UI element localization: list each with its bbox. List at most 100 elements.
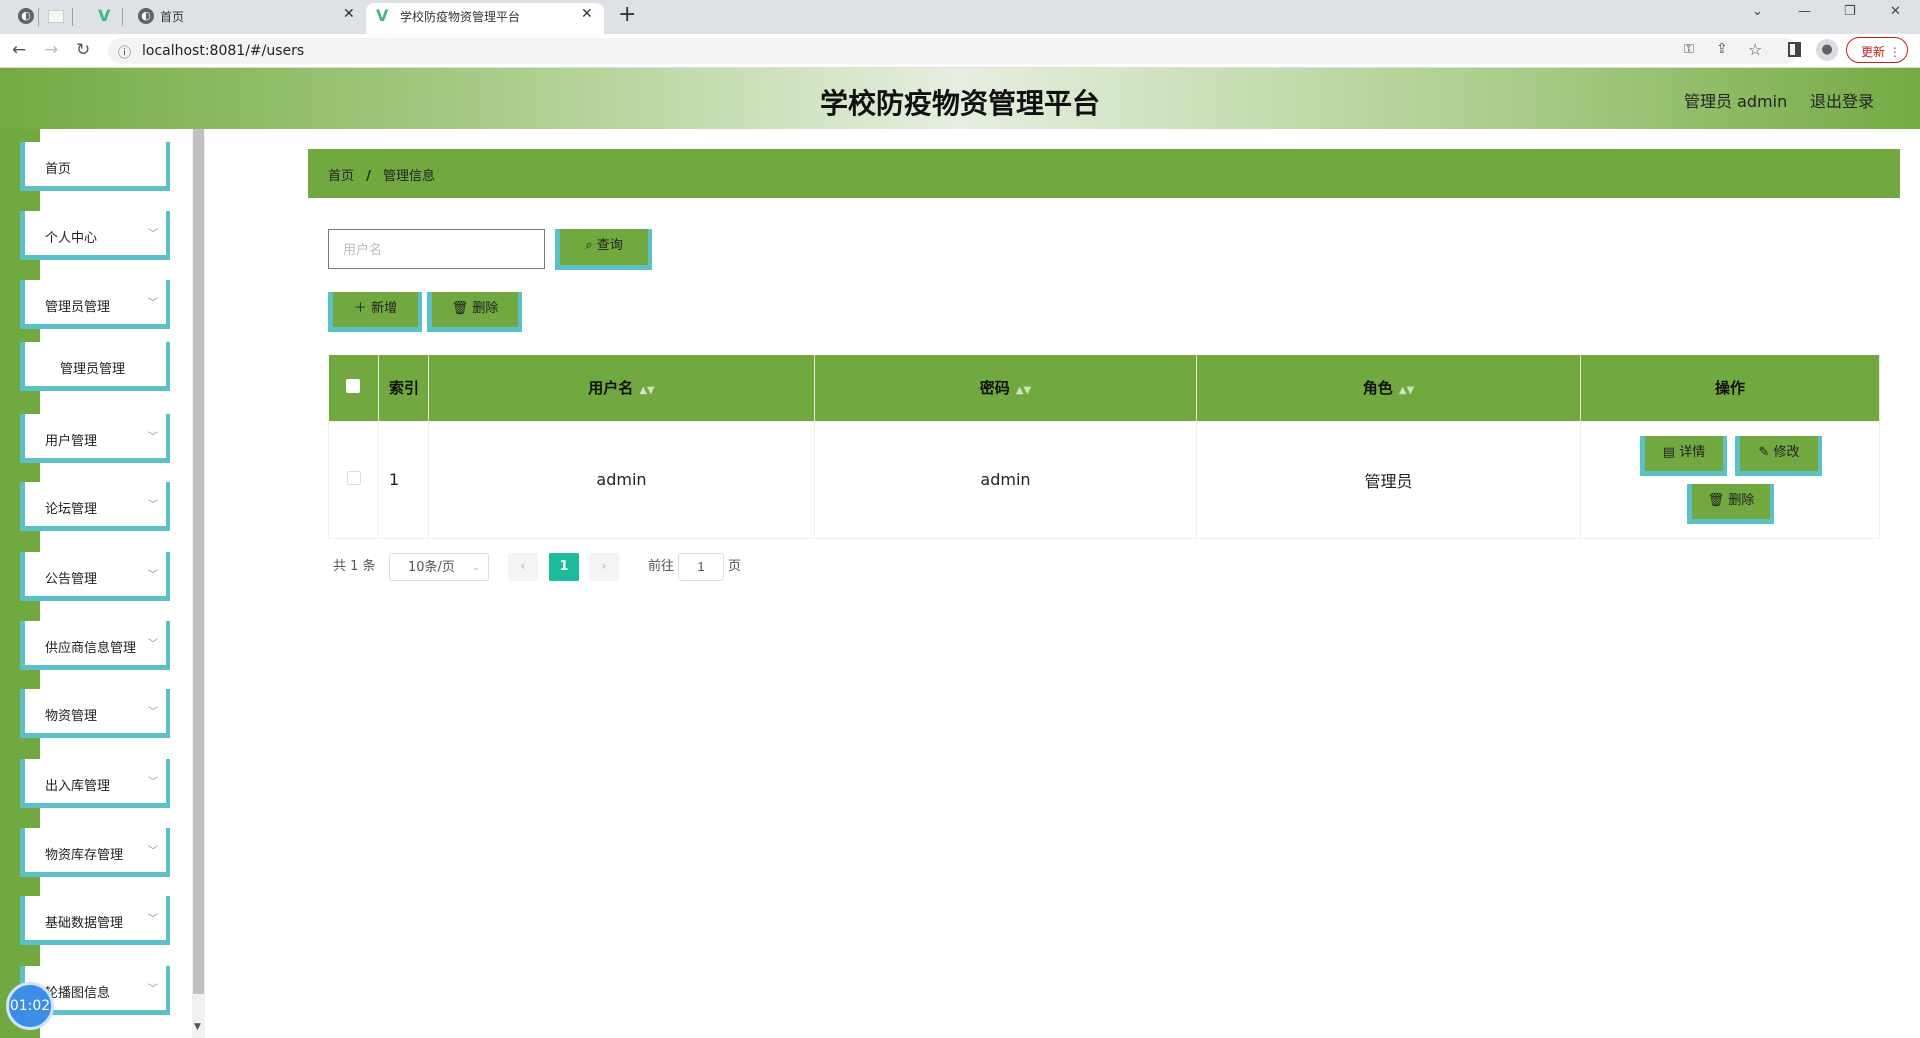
- row-checkbox[interactable]: [346, 471, 361, 485]
- vue-icon[interactable]: V: [98, 6, 110, 25]
- select-all-checkbox[interactable]: [346, 378, 361, 393]
- username-search-input[interactable]: [328, 229, 545, 269]
- header-index: 索引: [378, 355, 429, 421]
- chevron-down-icon: ﹀: [148, 432, 158, 443]
- page-size-select[interactable]: 10条/页 ⌄: [389, 553, 489, 581]
- next-page-button[interactable]: ›: [589, 553, 619, 581]
- forward-icon[interactable]: →: [44, 40, 58, 60]
- delete-label: 删除: [472, 301, 499, 316]
- sidebar-item[interactable]: 首页: [20, 142, 170, 191]
- url-text: localhost:8081/#/users: [142, 43, 305, 59]
- sidebar-item[interactable]: 论坛管理 ﹀: [20, 482, 170, 531]
- sort-icon[interactable]: ▲▼: [1016, 385, 1031, 396]
- delete-button[interactable]: 🗑︎ 删除: [1687, 483, 1774, 524]
- globe-icon[interactable]: ◐: [18, 8, 34, 24]
- header-role[interactable]: 角色 ▲▼: [1196, 355, 1581, 421]
- back-icon[interactable]: ←: [12, 40, 26, 60]
- sidebar-item[interactable]: 公告管理 ﹀: [20, 552, 170, 601]
- breadcrumb-home[interactable]: 首页: [328, 169, 354, 184]
- chevron-down-icon: ﹀: [148, 298, 158, 309]
- app-header: 学校防疫物资管理平台 管理员 admin 退出登录: [0, 68, 1920, 129]
- header-ops: 操作: [1580, 355, 1880, 421]
- total-count: 共 1 条: [333, 559, 376, 574]
- sort-icon[interactable]: ▲▼: [1399, 385, 1414, 396]
- add-button[interactable]: ＋ 新增: [328, 292, 422, 332]
- sidebar-item-label: 首页: [45, 162, 72, 177]
- star-icon[interactable]: ☆: [1748, 40, 1762, 59]
- page-suffix: 页: [728, 559, 742, 574]
- info-icon[interactable]: ⓘ: [118, 42, 131, 61]
- query-button[interactable]: ⌕ 查询: [555, 229, 652, 270]
- goto-page-input[interactable]: [678, 553, 724, 581]
- goto-label: 前往: [648, 559, 675, 574]
- scroll-down-icon[interactable]: ▼: [194, 1022, 201, 1032]
- sidebar-item-label: 供应商信息管理: [45, 641, 137, 656]
- cell-password: admin: [814, 420, 1197, 539]
- breadcrumb-separator: /: [366, 169, 371, 184]
- profile-icon[interactable]: ●: [1816, 39, 1838, 61]
- prev-page-button[interactable]: ‹: [508, 553, 538, 581]
- sidebar-item[interactable]: 用户管理 ﹀: [20, 414, 170, 463]
- key-icon[interactable]: ⚿: [1684, 42, 1694, 57]
- delete-row-label: 删除: [1728, 492, 1755, 508]
- tab-home[interactable]: 首页: [160, 8, 184, 25]
- sidebar-item[interactable]: 物资库存管理 ﹀: [20, 828, 170, 877]
- sidepanel-icon[interactable]: [1788, 42, 1801, 57]
- globe-icon: ◐: [138, 8, 154, 24]
- divider: [38, 8, 39, 26]
- sidebar-item[interactable]: 基础数据管理 ﹀: [20, 896, 170, 945]
- sort-icon[interactable]: ▲▼: [639, 385, 654, 396]
- update-button[interactable]: 更新 ⋮: [1846, 37, 1908, 63]
- page-size-value: 10条/页: [408, 560, 455, 575]
- tab-favicon-icon[interactable]: [48, 10, 64, 23]
- chevron-down-icon: ⌄: [472, 563, 480, 573]
- query-label: 查询: [596, 238, 623, 253]
- tab-active[interactable]: V 学校防疫物资管理平台 ✕: [366, 3, 604, 34]
- reload-icon[interactable]: ↻: [76, 40, 90, 60]
- sidebar-item[interactable]: 供应商信息管理 ﹀: [20, 621, 170, 670]
- logout-link[interactable]: 退出登录: [1810, 88, 1874, 112]
- sidebar-item-label: 论坛管理: [45, 502, 98, 517]
- sidebar-item-label: 基础数据管理: [45, 916, 124, 931]
- sidebar-item-label: 管理员管理: [45, 300, 111, 315]
- close-window-icon[interactable]: ✕: [1890, 4, 1901, 19]
- edit-label: 修改: [1773, 444, 1800, 460]
- header-password[interactable]: 密码 ▲▼: [814, 355, 1197, 421]
- close-tab-icon[interactable]: ✕: [581, 6, 593, 22]
- chevron-down-icon: ﹀: [148, 639, 158, 650]
- batch-delete-button[interactable]: 🗑︎ 删除: [427, 292, 522, 332]
- edit-button[interactable]: ✎ 修改: [1735, 435, 1822, 476]
- url-input[interactable]: ⓘ localhost:8081/#/users ⚿ ⇪ ☆: [108, 38, 1798, 64]
- new-tab-icon[interactable]: +: [618, 2, 636, 27]
- sidebar-item-label: 用户管理: [45, 434, 98, 449]
- chevron-down-icon: ﹀: [148, 846, 158, 857]
- chevron-down-icon: ﹀: [148, 914, 158, 925]
- cell-username: admin: [428, 420, 815, 539]
- vue-icon: V: [376, 6, 389, 25]
- document-icon: ▤: [1662, 444, 1676, 460]
- timer-badge[interactable]: 01:02: [6, 982, 54, 1030]
- divider: [122, 8, 123, 26]
- sidebar-item[interactable]: 出入库管理 ﹀: [20, 759, 170, 808]
- sidebar-item-label: 物资库存管理: [45, 848, 124, 863]
- divider: [72, 8, 73, 26]
- header-username[interactable]: 用户名 ▲▼: [428, 355, 815, 421]
- sidebar-item-label: 管理员管理: [60, 362, 126, 377]
- sidebar-item[interactable]: 管理员管理: [20, 342, 170, 391]
- page-1-button[interactable]: 1: [549, 553, 579, 581]
- add-label: 新增: [371, 301, 398, 316]
- tab-search-chevron-icon[interactable]: ⌄: [1752, 4, 1763, 19]
- header-username-label: 用户名: [588, 379, 634, 398]
- chevron-down-icon: ﹀: [148, 500, 158, 511]
- restore-icon[interactable]: ❐: [1844, 4, 1856, 19]
- detail-button[interactable]: ▤ 详情: [1640, 435, 1727, 476]
- sidebar-item[interactable]: 管理员管理 ﹀: [20, 280, 170, 329]
- sidebar-item[interactable]: 个人中心 ﹀: [20, 211, 170, 260]
- sidebar-item[interactable]: 物资管理 ﹀: [20, 689, 170, 738]
- close-tab-icon[interactable]: ✕: [343, 6, 355, 22]
- scrollbar-thumb[interactable]: [193, 129, 204, 994]
- cell-index: 1: [378, 420, 429, 539]
- minimize-icon[interactable]: —: [1798, 4, 1811, 19]
- chevron-down-icon: ﹀: [148, 707, 158, 718]
- share-icon[interactable]: ⇪: [1716, 41, 1728, 57]
